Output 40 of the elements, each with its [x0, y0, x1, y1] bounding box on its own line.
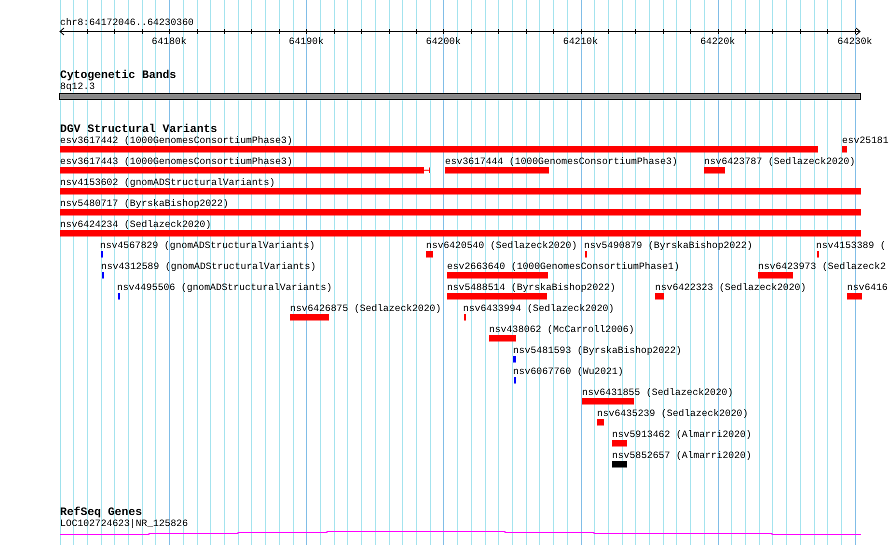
variant-label: esv3617442 (1000GenomesConsortiumPhase3)	[60, 135, 293, 146]
band-label: 8q12.3	[60, 81, 95, 92]
variant-label: esv3617444 (1000GenomesConsortiumPhase3)	[445, 156, 678, 167]
variant-label: nsv6431855 (Sedlazeck2020)	[582, 387, 734, 398]
tick-label: 64230k	[837, 36, 872, 47]
variant-label: nsv4312589 (gnomADStructuralVariants)	[101, 261, 316, 272]
variant-label: esv3617443 (1000GenomesConsortiumPhase3)	[60, 156, 293, 167]
variant-label: nsv6433994 (Sedlazeck2020)	[463, 303, 614, 314]
variant-label: nsv6420540 (Sedlazeck2020)	[426, 240, 578, 251]
variant-label: nsv6435239 (Sedlazeck2020)	[597, 408, 748, 419]
variant-label: nsv5490879 (ByrskaBishop2022)	[584, 240, 753, 251]
variant-label: nsv4495506 (gnomADStructuralVariants)	[117, 282, 332, 293]
variant-label: esv2663640 (1000GenomesConsortiumPhase1)	[447, 261, 680, 272]
tick-label: 64190k	[288, 36, 324, 47]
position-label: chr8:64172046..64230360	[60, 17, 194, 28]
tick-label: 64210k	[563, 36, 598, 47]
track-title: DGV Structural Variants	[60, 124, 218, 136]
variant-label: nsv5488514 (ByrskaBishop2022)	[447, 282, 616, 293]
variant-label: nsv6424234 (Sedlazeck2020)	[60, 219, 212, 230]
tick-label: 64220k	[700, 36, 736, 47]
variant-label: nsv6423787 (Sedlazeck2020)	[704, 156, 856, 167]
track-title: Cytogenetic Bands	[60, 70, 176, 82]
track-title: RefSeq Genes	[60, 507, 142, 519]
variant-label: nsv6422323 (Sedlazeck2020)	[655, 282, 806, 293]
variant-label: nsv5852657 (Almarri2020)	[612, 450, 752, 461]
variant-label: nsv5480717 (ByrskaBishop2022)	[60, 198, 229, 209]
variant-label: esv25181	[842, 135, 889, 146]
variant-label: nsv6426875 (Sedlazeck2020)	[290, 303, 442, 314]
variant-label: nsv6423973 (Sedlazeck2	[758, 261, 886, 272]
variant-label: nsv4153389 (	[816, 240, 886, 251]
variant-label: nsv5481593 (ByrskaBishop2022)	[513, 345, 682, 356]
variant-label: nsv438062 (McCarroll2006)	[489, 324, 634, 335]
variant-label: nsv5913462 (Almarri2020)	[612, 429, 752, 440]
gene-label: LOC102724623|NR_125826	[60, 518, 188, 529]
variant-label: nsv4567829 (gnomADStructuralVariants)	[100, 240, 316, 251]
tick-label: 64200k	[426, 36, 461, 47]
variant-label: nsv4153602 (gnomADStructuralVariants)	[60, 177, 276, 188]
variant-label: nsv6067760 (Wu2021)	[513, 366, 624, 377]
variant-label: nsv6416	[847, 282, 888, 293]
tick-label: 64180k	[152, 36, 187, 47]
